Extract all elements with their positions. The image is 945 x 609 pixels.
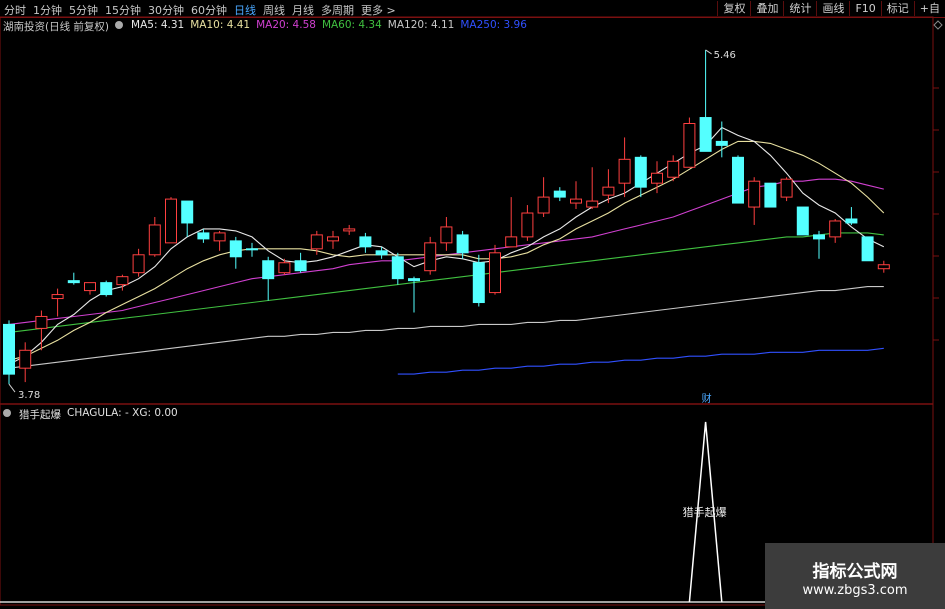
candle-body — [181, 200, 194, 224]
candle-body — [732, 156, 744, 204]
candle-body — [375, 250, 388, 256]
ma250-line — [397, 347, 884, 375]
candle-body — [796, 206, 809, 236]
watermark-url: www.zbgs3.com — [802, 583, 908, 598]
candle-body — [602, 186, 615, 196]
candle-body — [197, 232, 210, 240]
candle-body — [521, 212, 534, 238]
candle-body — [35, 315, 48, 329]
candle-body — [570, 198, 582, 204]
signal-label: 猎手起爆 — [683, 505, 727, 519]
candle-body — [877, 264, 890, 270]
candle-body — [683, 123, 696, 168]
kline-chart[interactable]: 5.46 3.78 财猎手起爆 — [0, 0, 945, 609]
candle-body — [699, 117, 712, 152]
candle-body — [424, 242, 437, 272]
candle-body — [651, 172, 663, 184]
candle-body — [132, 254, 145, 274]
candle-body — [813, 234, 825, 240]
candle-body — [262, 260, 275, 280]
candle-body — [343, 228, 356, 232]
candle-body — [472, 262, 485, 304]
candle-body — [586, 200, 599, 208]
candle-body — [100, 282, 113, 296]
candle-body — [391, 256, 404, 280]
candle-body — [667, 160, 680, 178]
candle-body — [246, 248, 258, 251]
ma120-line — [8, 286, 884, 369]
candle-body — [748, 180, 761, 208]
candle-body — [116, 276, 129, 286]
diamond-icon — [933, 20, 943, 30]
candle-body — [845, 218, 858, 224]
candle-body — [51, 294, 64, 300]
candle-body — [229, 240, 242, 258]
watermark-title: 指标公式网 — [812, 562, 898, 582]
watermark-logo: 指标公式网 www.zbgs3.com — [765, 543, 945, 609]
candle-body — [310, 234, 323, 250]
candle-body — [67, 280, 80, 284]
candle-body — [456, 234, 469, 254]
candle-body — [618, 158, 631, 184]
candle-body — [165, 198, 177, 244]
chart-frame — [0, 16, 934, 606]
high-pointer — [705, 49, 712, 55]
candle-body — [3, 323, 15, 375]
candle-body — [861, 236, 874, 262]
candle-body — [829, 220, 842, 238]
candle-body — [715, 140, 728, 146]
candle-body — [537, 196, 550, 214]
candle-body — [359, 236, 372, 248]
candle-body — [764, 182, 777, 208]
candle-body — [489, 252, 501, 294]
low-pointer — [8, 383, 16, 393]
candle-body — [148, 224, 161, 256]
candle-body — [19, 349, 32, 369]
candle-body — [780, 178, 793, 198]
high-label: 5.46 — [714, 50, 736, 61]
low-label: 3.78 — [18, 390, 40, 401]
candle-body — [553, 190, 566, 198]
candle-body — [278, 262, 291, 274]
candle-body — [505, 236, 518, 248]
candle-body — [213, 232, 226, 242]
finance-marker: 财 — [702, 392, 712, 405]
candle-body — [294, 260, 307, 272]
candle-body — [408, 278, 420, 282]
candle-body — [327, 236, 339, 242]
candle-body — [440, 226, 453, 244]
candle-body — [84, 282, 96, 292]
candle-body — [634, 156, 647, 188]
